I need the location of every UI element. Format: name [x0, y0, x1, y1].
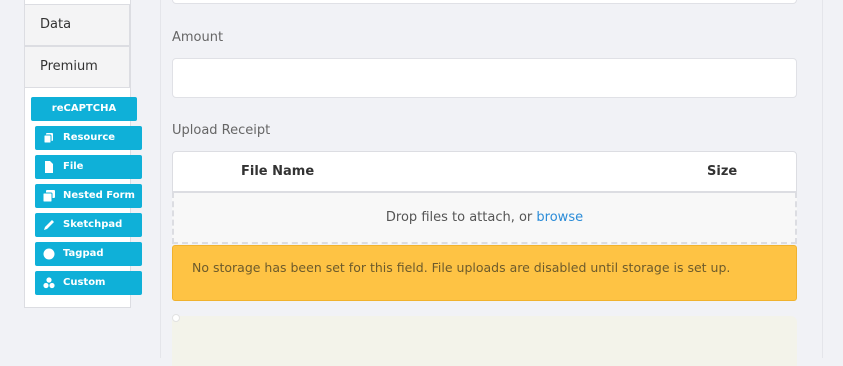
- storage-warning-alert: No storage has been set for this field. …: [172, 245, 797, 301]
- component-label: Tagpad: [63, 248, 104, 259]
- alert-text: No storage has been set for this field. …: [192, 260, 731, 275]
- browse-link[interactable]: browse: [536, 210, 583, 225]
- component-resource[interactable]: Resource: [35, 126, 142, 150]
- component-custom[interactable]: Custom: [35, 271, 142, 295]
- component-sidebar: Data Premium reCAPTCHA Resource File Nes…: [24, 0, 142, 308]
- sidebar-group-label: Premium: [40, 59, 98, 74]
- circle-icon: [43, 248, 55, 260]
- component-sketchpad[interactable]: Sketchpad: [35, 213, 142, 237]
- pencil-icon: [44, 220, 54, 230]
- file-table-header: File Name Size: [172, 151, 797, 192]
- builder-divider-left: [160, 0, 161, 358]
- dropzone-text: Drop files to attach, or: [385, 210, 533, 225]
- component-label: Resource: [63, 132, 116, 143]
- component-label: Sketchpad: [63, 219, 123, 230]
- cubes-icon: [43, 277, 55, 289]
- component-file[interactable]: File: [35, 155, 142, 179]
- file-icon: [45, 161, 53, 173]
- nested-form-icon: [43, 190, 55, 202]
- column-header-file-name: File Name: [241, 164, 315, 179]
- amount-input[interactable]: [172, 58, 797, 98]
- previous-field-input[interactable]: [172, 0, 797, 4]
- next-component-panel: [172, 316, 797, 366]
- component-label: Nested Form: [63, 190, 135, 201]
- column-header-size: Size: [707, 164, 738, 179]
- component-tagpad[interactable]: Tagpad: [35, 242, 142, 266]
- drag-handle-dot[interactable]: [172, 314, 180, 322]
- sidebar-group-premium[interactable]: Premium: [24, 46, 130, 88]
- sidebar-group-data[interactable]: Data: [24, 4, 130, 46]
- component-nested-form[interactable]: Nested Form: [35, 184, 142, 208]
- copy-icon: [43, 133, 53, 144]
- upload-receipt-label: Upload Receipt: [172, 123, 271, 138]
- component-label: File: [63, 161, 84, 172]
- builder-divider-right: [822, 0, 823, 358]
- component-label: Custom: [63, 277, 106, 288]
- component-recaptcha[interactable]: reCAPTCHA: [31, 97, 137, 121]
- amount-label: Amount: [172, 30, 224, 45]
- sidebar-group-label: Data: [40, 17, 72, 32]
- component-label: reCAPTCHA: [51, 103, 117, 114]
- file-dropzone[interactable]: Drop files to attach, or browse: [172, 192, 797, 244]
